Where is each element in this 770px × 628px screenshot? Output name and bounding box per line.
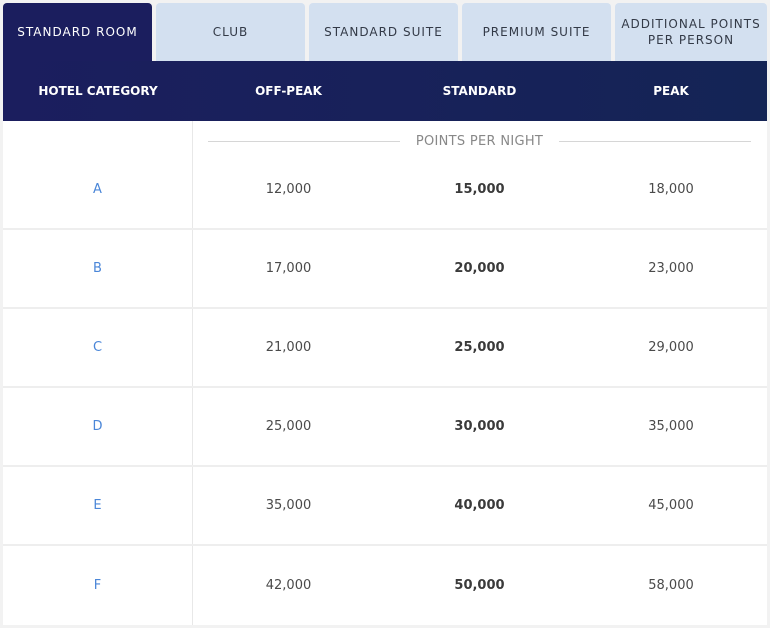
category-link[interactable]: D	[3, 388, 193, 465]
category-link[interactable]: C	[3, 309, 193, 386]
off-peak-value: 42,000	[265, 578, 312, 593]
category-link[interactable]: A	[3, 121, 193, 228]
peak-value: 18,000	[648, 182, 694, 197]
standard-value: 20,000	[454, 261, 505, 276]
off-peak-value: 21,000	[265, 340, 312, 355]
header-standard: STANDARD	[442, 84, 517, 98]
standard-value: 30,000	[454, 419, 505, 434]
tab-standard-suite[interactable]: STANDARD SUITE	[309, 3, 458, 61]
header-peak: PEAK	[653, 84, 689, 98]
tab-standard-room[interactable]: STANDARD ROOM	[3, 3, 152, 61]
points-chart: STANDARD ROOM CLUB STANDARD SUITE PREMIU…	[3, 3, 767, 625]
off-peak-value: 25,000	[265, 419, 312, 434]
header-hotel-category: HOTEL CATEGORY	[38, 84, 158, 98]
table-row: E 35,000 40,000 45,000	[3, 467, 767, 546]
peak-value: 29,000	[648, 340, 694, 355]
category-link[interactable]: E	[3, 467, 193, 544]
peak-value: 35,000	[648, 419, 694, 434]
off-peak-value: 35,000	[265, 498, 312, 513]
category-link[interactable]: F	[3, 546, 193, 625]
points-per-night-divider: POINTS PER NIGHT	[208, 133, 752, 149]
table-row: F 42,000 50,000 58,000	[3, 546, 767, 625]
header-off-peak: OFF-PEAK	[255, 84, 322, 98]
category-link[interactable]: B	[3, 230, 193, 307]
peak-value: 45,000	[648, 498, 694, 513]
off-peak-value: 12,000	[265, 182, 312, 197]
points-per-night-label: POINTS PER NIGHT	[415, 133, 544, 149]
standard-value: 25,000	[454, 340, 505, 355]
table-header: HOTEL CATEGORY OFF-PEAK STANDARD PEAK	[3, 61, 767, 121]
room-type-tabs: STANDARD ROOM CLUB STANDARD SUITE PREMIU…	[3, 3, 767, 61]
tab-premium-suite[interactable]: PREMIUM SUITE	[462, 3, 611, 61]
standard-value: 50,000	[454, 578, 505, 593]
divider-line	[559, 140, 752, 142]
tab-additional-points-per-person[interactable]: ADDITIONAL POINTS PER PERSON	[615, 3, 767, 61]
peak-value: 23,000	[648, 261, 694, 276]
table-row: C 21,000 25,000 29,000	[3, 309, 767, 388]
table-body: POINTS PER NIGHT A 12,000 15,000 18,000 …	[3, 121, 767, 625]
standard-value: 40,000	[454, 498, 505, 513]
table-row: B 17,000 20,000 23,000	[3, 230, 767, 309]
standard-value: 15,000	[454, 182, 505, 197]
peak-value: 58,000	[648, 578, 694, 593]
divider-line	[208, 140, 400, 142]
tab-club[interactable]: CLUB	[156, 3, 305, 61]
off-peak-value: 17,000	[265, 261, 312, 276]
table-row: D 25,000 30,000 35,000	[3, 388, 767, 467]
